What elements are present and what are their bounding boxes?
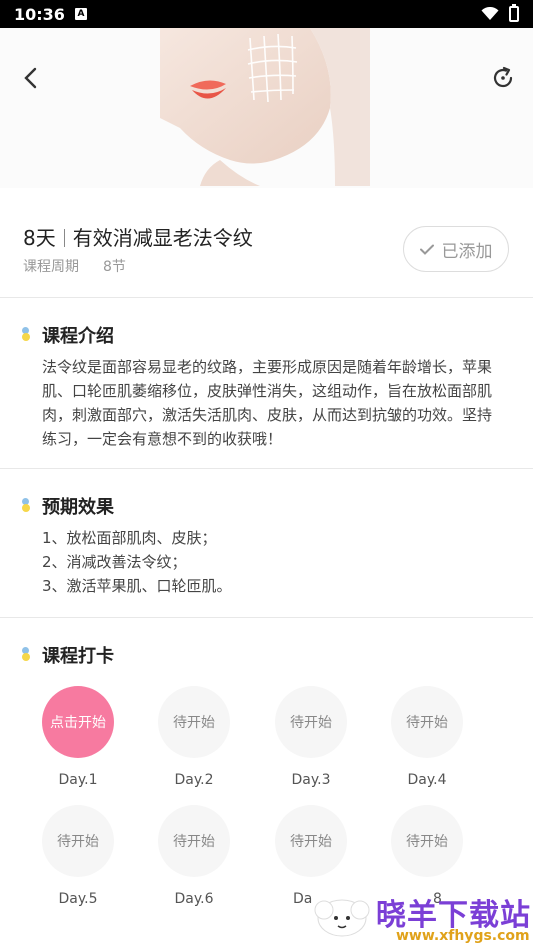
section-bullet-icon xyxy=(20,327,32,343)
effect-item: 1、放松面部肌肉、皮肤； xyxy=(42,529,217,547)
start-day-button[interactable]: 点击开始 xyxy=(42,686,114,758)
day-status-circle[interactable]: 待开始 xyxy=(391,805,463,877)
battery-icon xyxy=(509,4,519,22)
intro-text: 法令纹是面部容易显老的纹路，主要形成原因是随着年龄增长，苹果肌、口轮匝肌萎缩移位… xyxy=(42,358,493,448)
day-status-circle[interactable]: 待开始 xyxy=(42,805,114,877)
chevron-left-icon xyxy=(24,67,37,89)
course-sessions: 8节 xyxy=(103,259,126,275)
day-cell[interactable]: 点击开始 Day.1 xyxy=(38,686,118,788)
watermark: 晓羊下载站 www.xfhygs.com xyxy=(310,888,533,948)
day-cell[interactable]: 待开始 Day.6 xyxy=(154,805,234,907)
status-bar: 10:36 A xyxy=(0,0,533,28)
check-icon xyxy=(419,244,434,255)
status-time: 10:36 xyxy=(14,4,65,24)
effects-section: 预期效果 1、放松面部肌肉、皮肤； 2、消减改善法令纹； 3、激活苹果肌、口轮匝… xyxy=(0,469,533,617)
course-title: 8天 有效消减显老法令纹 xyxy=(23,222,253,251)
checkin-title: 课程打卡 xyxy=(42,646,114,667)
section-bullet-icon xyxy=(20,647,32,663)
day-label: Day.5 xyxy=(58,891,98,907)
day-cell[interactable]: 待开始 Day.5 xyxy=(38,805,118,907)
back-button[interactable] xyxy=(16,64,44,92)
intro-section: 课程介绍 法令纹是面部容易显老的纹路，主要形成原因是随着年龄增长，苹果肌、口轮匝… xyxy=(0,298,533,468)
day-label: Day.3 xyxy=(291,772,331,788)
wifi-icon xyxy=(481,7,499,20)
effect-item: 3、激活苹果肌、口轮匝肌。 xyxy=(42,577,232,595)
intro-title: 课程介绍 xyxy=(42,326,114,347)
day-status-circle[interactable]: 待开始 xyxy=(275,805,347,877)
day-cell[interactable]: 待开始 Day.3 xyxy=(271,686,351,788)
course-period-label: 课程周期 xyxy=(23,259,79,275)
face-illustration xyxy=(160,28,370,186)
day-label: Day.6 xyxy=(174,891,214,907)
course-name: 有效消减显老法令纹 xyxy=(72,226,253,250)
day-label: Day.4 xyxy=(407,772,447,788)
day-label: Day.1 xyxy=(58,772,98,788)
notification-a-icon: A xyxy=(74,8,87,20)
added-button[interactable]: 已添加 xyxy=(403,226,509,272)
refresh-button[interactable] xyxy=(489,64,517,92)
day-status-circle[interactable]: 待开始 xyxy=(391,686,463,758)
refresh-icon xyxy=(493,66,513,88)
course-days: 8天 xyxy=(23,226,56,250)
course-header: 8天 有效消减显老法令纹 课程周期 8节 已添加 xyxy=(0,188,533,298)
day-cell[interactable]: 待开始 Day.2 xyxy=(154,686,234,788)
added-label: 已添加 xyxy=(441,241,493,262)
sheep-logo-icon xyxy=(314,899,370,937)
day-status-circle[interactable]: 待开始 xyxy=(158,686,230,758)
effects-title: 预期效果 xyxy=(42,497,114,518)
title-separator xyxy=(63,229,65,247)
effects-list: 1、放松面部肌肉、皮肤； 2、消减改善法令纹； 3、激活苹果肌、口轮匝肌。 xyxy=(42,526,232,598)
watermark-url: www.xfhygs.com xyxy=(396,928,530,944)
day-status-circle[interactable]: 待开始 xyxy=(275,686,347,758)
effect-item: 2、消减改善法令纹； xyxy=(42,553,187,571)
course-meta: 课程周期 8节 xyxy=(23,256,126,276)
day-status-circle[interactable]: 待开始 xyxy=(158,805,230,877)
day-cell[interactable]: 待开始 Day.4 xyxy=(387,686,467,788)
course-hero-image xyxy=(0,28,533,188)
section-bullet-icon xyxy=(20,498,32,514)
day-label: Day.2 xyxy=(174,772,214,788)
